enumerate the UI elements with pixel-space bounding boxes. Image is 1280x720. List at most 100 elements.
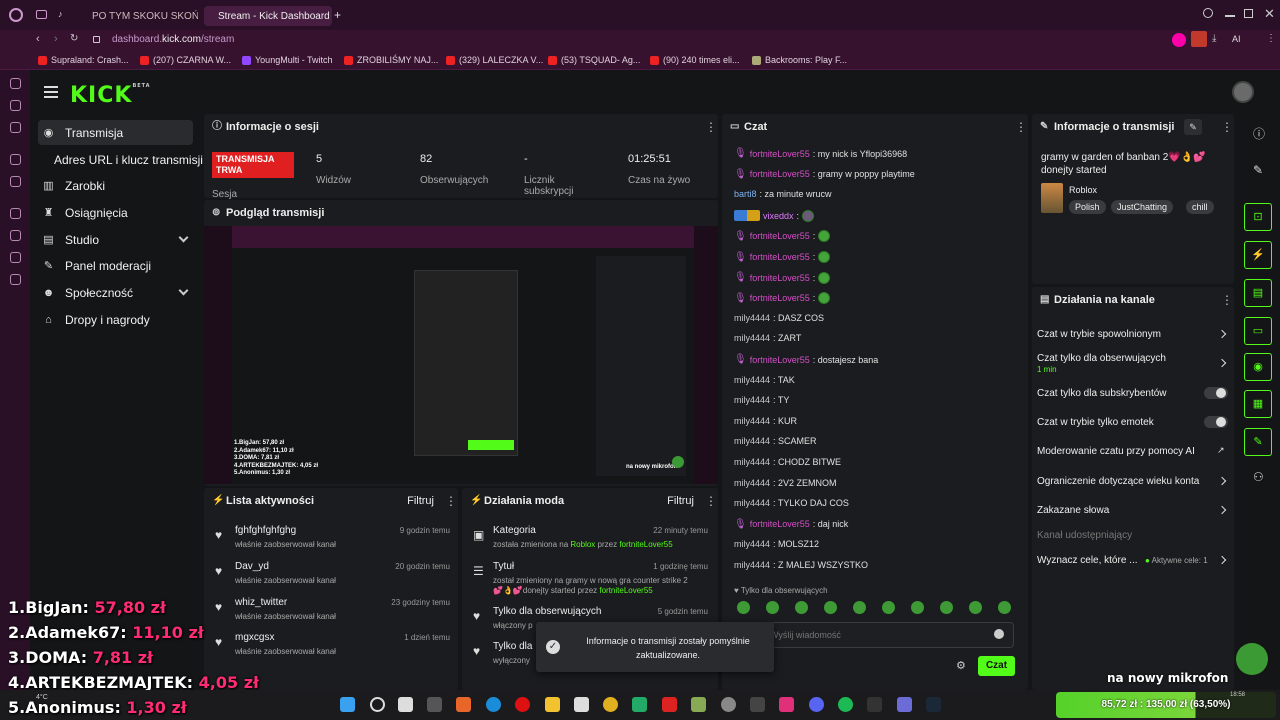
chat-username[interactable]: mily4444: [734, 478, 770, 488]
layout-button[interactable]: ▦: [1244, 390, 1272, 418]
speed-dial-icon[interactable]: [36, 10, 47, 19]
bookmark-item[interactable]: (207) CZARNA W...: [140, 55, 231, 65]
sidebar-x-icon[interactable]: [10, 176, 21, 187]
kebab-menu-icon[interactable]: ⋮: [1221, 294, 1233, 306]
chat-username[interactable]: mily4444: [734, 416, 770, 426]
sidebar-item-zarobki[interactable]: ▥ Zarobki: [38, 173, 193, 198]
chat-username[interactable]: mily4444: [734, 436, 770, 446]
chat-username[interactable]: fortniteLover55: [750, 519, 810, 529]
activity-user[interactable]: mgxcgsx: [235, 632, 274, 643]
minimize-icon[interactable]: [1225, 15, 1235, 17]
taskbar-app-icon[interactable]: [398, 697, 413, 712]
chat-username[interactable]: mily4444: [734, 560, 770, 570]
category-name[interactable]: Roblox: [1069, 185, 1097, 195]
filter-button[interactable]: Filtruj: [667, 495, 694, 507]
taskbar-discord-icon[interactable]: [809, 697, 824, 712]
chat-username[interactable]: fortniteLover55: [750, 252, 810, 262]
sidebar-app-icon[interactable]: [10, 100, 21, 111]
emote-shortcut[interactable]: [766, 601, 779, 614]
close-window-icon[interactable]: ✕: [1264, 6, 1275, 22]
emote-shortcut[interactable]: [824, 601, 837, 614]
emote-shortcut[interactable]: [853, 601, 866, 614]
taskbar-search-icon[interactable]: [370, 697, 385, 712]
download-icon[interactable]: ⤓: [1212, 33, 1216, 44]
sidebar-item-spolecznosc[interactable]: ☻ Społeczność: [38, 280, 193, 305]
chat-username[interactable]: mily4444: [734, 313, 770, 323]
kick-logo[interactable]: KICKBETA: [70, 83, 151, 108]
broadcast-button[interactable]: ◉: [1244, 353, 1272, 381]
sidebar-app-icon[interactable]: [10, 230, 21, 241]
filter-button[interactable]: Filtruj: [407, 495, 434, 507]
chat-username[interactable]: fortniteLover55: [750, 355, 810, 365]
sidebar-item-dropy[interactable]: ⌂ Dropy i nagrody: [38, 307, 193, 332]
chat-username[interactable]: mily4444: [734, 395, 770, 405]
stream-preview-video[interactable]: 1.BigJan: 57,80 zł 2.Adamek67: 11,10 zł …: [204, 226, 718, 484]
sidebar-item-stream-key[interactable]: Adres URL i klucz transmisji: [50, 147, 210, 172]
chat-username[interactable]: mily4444: [734, 333, 770, 343]
account-age-row[interactable]: Ograniczenie dotyczące wieku konta: [1037, 476, 1199, 487]
emote-shortcut[interactable]: [940, 601, 953, 614]
maximize-icon[interactable]: [1244, 9, 1253, 18]
wrench-button[interactable]: ✎: [1244, 428, 1272, 456]
chat-username[interactable]: fortniteLover55: [750, 169, 810, 179]
menu-icon[interactable]: ⋮: [1266, 33, 1276, 44]
emote-shortcut[interactable]: [998, 601, 1011, 614]
taskbar-app-icon[interactable]: [632, 697, 647, 712]
chat-username[interactable]: vixeddx: [763, 211, 794, 221]
chat-input[interactable]: [735, 622, 1014, 648]
bookmark-item[interactable]: (90) 240 times eli...: [650, 55, 740, 65]
taskbar-edge-icon[interactable]: [486, 697, 501, 712]
opera-logo-icon[interactable]: [9, 8, 23, 22]
subscribers-only-toggle[interactable]: [1204, 387, 1228, 399]
bookmark-item[interactable]: Supraland: Crash...: [38, 55, 129, 65]
support-chat-icon[interactable]: [1236, 643, 1268, 675]
followers-only-row[interactable]: Czat tylko dla obserwujących: [1037, 353, 1166, 364]
clip-button[interactable]: ⊡: [1244, 203, 1272, 231]
sidebar-music-icon[interactable]: [10, 208, 21, 219]
kebab-menu-icon[interactable]: ⋮: [1221, 121, 1233, 133]
taskbar-folder-icon[interactable]: [545, 697, 560, 712]
chat-username[interactable]: barti8: [734, 189, 757, 199]
stream-tag[interactable]: Polish: [1069, 200, 1106, 214]
sidebar-aria-icon[interactable]: [10, 78, 21, 89]
taskbar-app-icon[interactable]: [574, 697, 589, 712]
kebab-menu-icon[interactable]: ⋮: [1015, 121, 1027, 133]
taskbar-app-icon[interactable]: [691, 697, 706, 712]
emote-only-toggle[interactable]: [1204, 416, 1228, 428]
bookmark-item[interactable]: YoungMulti - Twitch: [242, 55, 333, 65]
tab-youtube[interactable]: PO TYM SKOKU SKOŃCZ: [78, 6, 198, 26]
chat-username[interactable]: fortniteLover55: [750, 149, 810, 159]
search-tabs-icon[interactable]: [1203, 8, 1213, 18]
kebab-menu-icon[interactable]: ⋮: [705, 495, 717, 507]
tiktok-tab-icon[interactable]: ♪: [58, 9, 67, 20]
info-icon[interactable]: ⓘ: [1253, 125, 1265, 142]
slow-mode-row[interactable]: Czat w trybie spowolnionym: [1037, 329, 1161, 340]
bookmark-item[interactable]: ZROBILIŚMY NAJ...: [344, 55, 438, 65]
activity-user[interactable]: fghfghfghfghg: [235, 525, 296, 536]
url-field[interactable]: dashboard.kick.com/stream: [112, 34, 234, 45]
chat-username[interactable]: fortniteLover55: [750, 293, 810, 303]
goals-row[interactable]: Wyznacz cele, które ...: [1037, 555, 1138, 566]
profile-badge-icon[interactable]: [1191, 31, 1207, 47]
sidebar-app-icon[interactable]: [10, 252, 21, 263]
avatar[interactable]: [1232, 81, 1254, 103]
chat-bubble-button[interactable]: ▭: [1244, 317, 1272, 345]
bookmark-item[interactable]: (53) TSQUAD- Ag...: [548, 55, 640, 65]
emote-shortcut[interactable]: [911, 601, 924, 614]
back-icon[interactable]: ‹: [36, 33, 40, 45]
taskbar-app-icon[interactable]: [456, 697, 471, 712]
bookmark-item[interactable]: Backrooms: Play F...: [752, 55, 847, 65]
sidebar-item-transmisja[interactable]: ◉ Transmisja: [38, 120, 193, 145]
sidebar-twitch-icon[interactable]: [10, 154, 21, 165]
activity-user[interactable]: whiz_twitter: [235, 597, 287, 608]
emote-shortcut[interactable]: [737, 601, 750, 614]
emote-shortcut[interactable]: [795, 601, 808, 614]
chat-username[interactable]: mily4444: [734, 498, 770, 508]
send-chat-button[interactable]: Czat: [978, 656, 1015, 676]
stream-tag[interactable]: JustChatting: [1111, 200, 1174, 214]
reload-icon[interactable]: ↻: [70, 33, 78, 44]
chat-settings-gear-icon[interactable]: ⚙: [956, 659, 966, 672]
new-tab-plus-icon[interactable]: +: [334, 8, 341, 22]
stream-tag[interactable]: chill: [1186, 200, 1214, 214]
taskbar-app-icon[interactable]: [867, 697, 882, 712]
